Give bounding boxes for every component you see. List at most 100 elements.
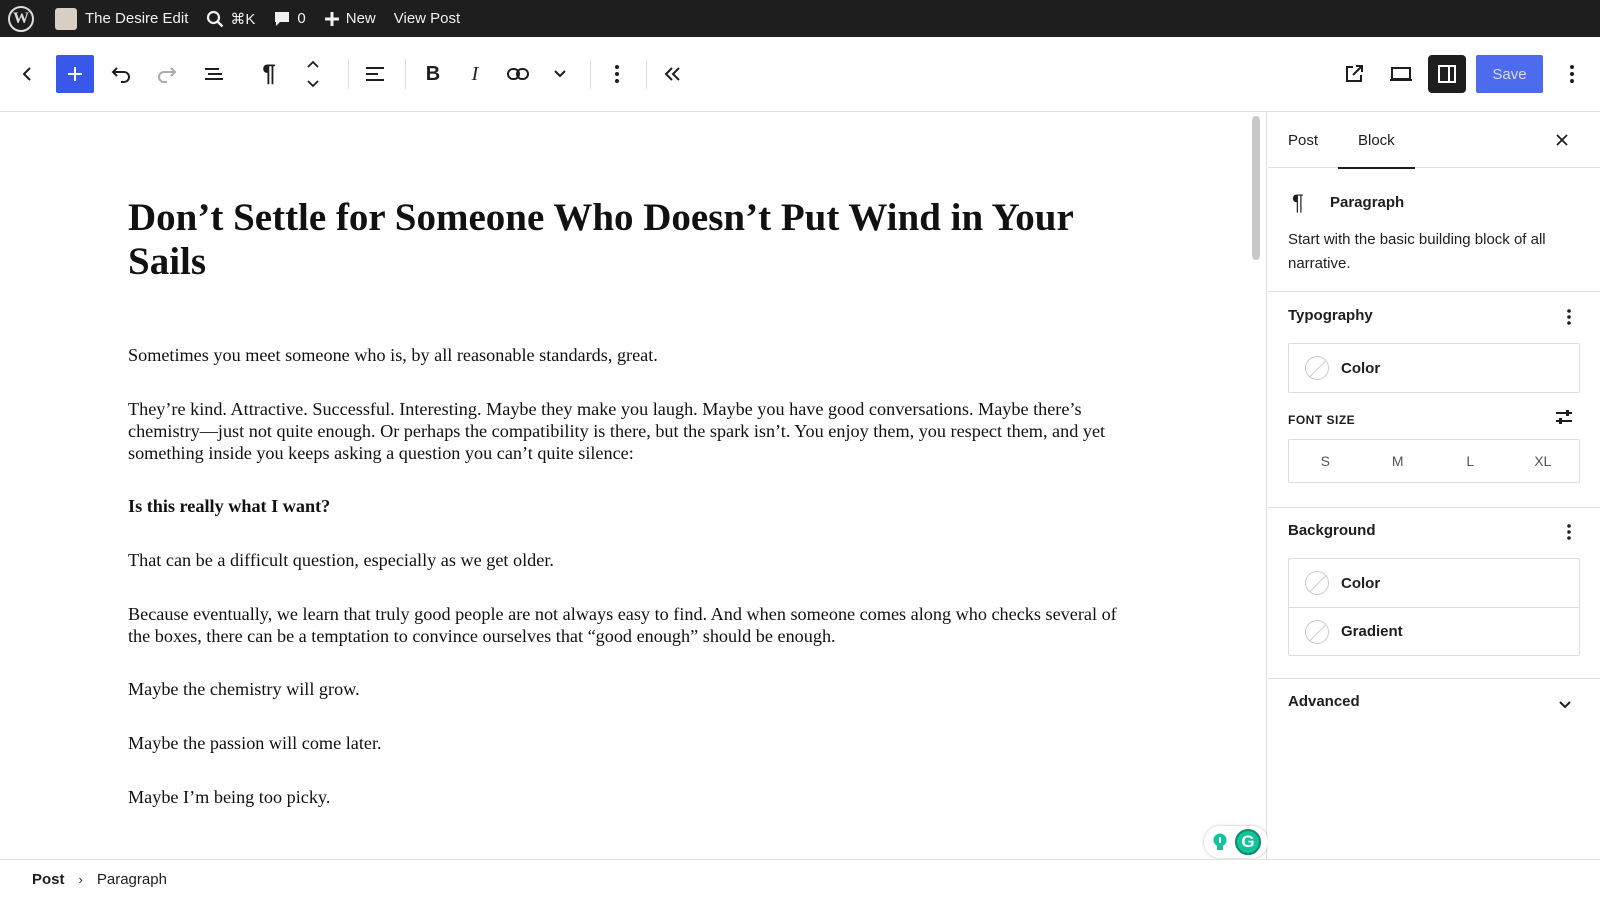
view-post-link[interactable]: View Post xyxy=(385,0,469,37)
lightbulb-icon xyxy=(1213,833,1227,850)
site-icon xyxy=(55,7,77,30)
command-search-button[interactable]: ⌘K xyxy=(197,0,264,37)
undo-button[interactable] xyxy=(102,55,140,93)
sidebar-icon xyxy=(1438,65,1456,83)
advanced-panel-title: Advanced xyxy=(1288,693,1360,710)
font-size-xl[interactable]: XL xyxy=(1507,440,1580,482)
paragraph-block[interactable]: Maybe the chemistry will grow. xyxy=(128,678,1128,700)
custom-size-button[interactable] xyxy=(1554,409,1574,430)
wordpress-logo-button[interactable]: W xyxy=(0,0,43,37)
options-menu-button[interactable] xyxy=(1553,55,1591,93)
more-vertical-icon xyxy=(1567,524,1571,540)
typography-color-box: Color xyxy=(1288,343,1580,393)
font-size-label: FONT SIZE xyxy=(1288,413,1356,427)
grammarly-widget[interactable]: G xyxy=(1204,826,1268,858)
bold-icon: B xyxy=(425,62,441,85)
typography-panel-title: Typography xyxy=(1288,307,1373,324)
background-gradient-label: Gradient xyxy=(1341,623,1403,640)
empty-swatch-icon xyxy=(1305,619,1329,644)
background-gradient-option[interactable]: Gradient xyxy=(1289,607,1579,655)
paragraph-block[interactable]: Because eventually, we learn that truly … xyxy=(128,603,1128,647)
view-post-label: View Post xyxy=(393,10,461,27)
link-button[interactable] xyxy=(499,55,537,93)
block-description: Start with the basic building block of a… xyxy=(1288,231,1546,272)
bold-button[interactable]: B xyxy=(414,55,452,93)
post-title[interactable]: Don’t Settle for Someone Who Doesn’t Put… xyxy=(128,196,1128,284)
document-overview-button[interactable] xyxy=(195,55,233,93)
save-button[interactable]: Save xyxy=(1476,55,1543,93)
empty-swatch-icon xyxy=(1305,356,1329,380)
block-name: Paragraph xyxy=(1330,194,1405,211)
wordpress-icon: W xyxy=(8,5,34,32)
plus-icon xyxy=(324,11,340,27)
comments-link[interactable]: 0 xyxy=(264,0,314,37)
background-panel-title: Background xyxy=(1288,522,1376,539)
redo-button[interactable] xyxy=(148,55,186,93)
more-vertical-icon xyxy=(1567,309,1571,325)
tab-post[interactable]: Post xyxy=(1288,112,1318,168)
admin-bar: W The Desire Edit ⌘K 0 New View Post xyxy=(0,0,1600,37)
breadcrumb-post[interactable]: Post xyxy=(32,871,65,888)
preview-external-button[interactable] xyxy=(1335,55,1373,93)
collapse-toolbar-button[interactable] xyxy=(654,55,692,93)
align-left-icon xyxy=(366,67,384,81)
paragraph-block[interactable]: Is this really what I want? xyxy=(128,495,1128,517)
grammarly-icon: G xyxy=(1235,829,1261,855)
chevron-up-down-icon xyxy=(307,60,319,88)
redo-icon xyxy=(158,67,177,83)
device-preview-button[interactable] xyxy=(1382,55,1420,93)
empty-swatch-icon xyxy=(1305,571,1329,595)
external-link-icon xyxy=(1346,65,1363,82)
font-size-l[interactable]: L xyxy=(1434,440,1507,482)
block-inserter-button[interactable] xyxy=(56,55,94,93)
chevron-down-icon xyxy=(554,70,566,78)
settings-sliders-icon xyxy=(1556,410,1572,424)
search-icon xyxy=(206,10,224,28)
move-block-button[interactable] xyxy=(294,55,332,93)
canvas-scrollbar[interactable] xyxy=(1252,116,1260,260)
background-color-option[interactable]: Color xyxy=(1289,559,1579,607)
search-shortcut: ⌘K xyxy=(230,10,256,28)
paragraph-icon: ¶ xyxy=(262,60,276,87)
more-vertical-icon xyxy=(615,65,619,83)
site-name: The Desire Edit xyxy=(85,10,189,27)
font-size-m[interactable]: M xyxy=(1362,440,1435,482)
paragraph-icon: ¶ xyxy=(1292,190,1304,215)
italic-button[interactable]: I xyxy=(456,55,494,93)
typography-options-button[interactable] xyxy=(1566,308,1572,326)
paragraph-block[interactable]: They’re kind. Attractive. Successful. In… xyxy=(128,398,1128,464)
more-formatting-button[interactable] xyxy=(541,55,579,93)
block-type-button[interactable]: ¶ xyxy=(250,55,288,93)
text-color-option[interactable]: Color xyxy=(1289,344,1579,392)
block-options-button[interactable] xyxy=(598,55,636,93)
desktop-icon xyxy=(1390,67,1412,81)
comments-count: 0 xyxy=(297,10,306,27)
back-button[interactable] xyxy=(8,55,46,93)
editor-canvas[interactable]: Don’t Settle for Someone Who Doesn’t Put… xyxy=(0,112,1250,859)
paragraph-block[interactable]: Maybe the passion will come later. xyxy=(128,732,1128,754)
background-color-label: Color xyxy=(1341,574,1381,592)
new-label: New xyxy=(345,10,376,27)
list-view-icon xyxy=(205,68,223,80)
background-options-button[interactable] xyxy=(1566,523,1572,541)
close-sidebar-button[interactable] xyxy=(1548,126,1576,154)
site-name-link[interactable]: The Desire Edit xyxy=(43,0,197,37)
new-content-link[interactable]: New xyxy=(315,0,385,37)
sidebar-tabs: Post Block xyxy=(1268,112,1600,169)
font-size-s[interactable]: S xyxy=(1289,440,1362,482)
breadcrumb: Post › Paragraph xyxy=(0,859,1600,898)
tab-block[interactable]: Block xyxy=(1338,112,1415,169)
advanced-panel-toggle[interactable]: Advanced xyxy=(1268,679,1600,735)
settings-sidebar-toggle[interactable] xyxy=(1428,55,1466,93)
align-button[interactable] xyxy=(356,55,394,93)
editor-toolbar: ¶ B I Save xyxy=(0,37,1600,112)
paragraph-block[interactable]: Maybe I’m being too picky. xyxy=(128,786,1128,808)
paragraph-block[interactable]: That can be a difficult question, especi… xyxy=(128,549,1128,571)
paragraph-block[interactable]: Sometimes you meet someone who is, by al… xyxy=(128,344,1128,366)
chevron-down-icon xyxy=(1558,697,1572,715)
background-options-box: Color Gradient xyxy=(1288,558,1580,656)
undo-icon xyxy=(111,67,130,83)
chevron-left-icon xyxy=(22,67,31,81)
text-color-label: Color xyxy=(1341,359,1381,377)
close-icon xyxy=(1556,134,1568,146)
